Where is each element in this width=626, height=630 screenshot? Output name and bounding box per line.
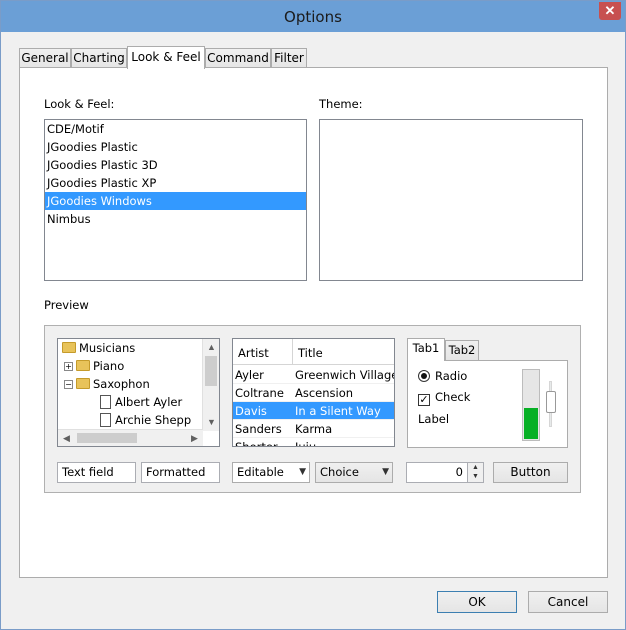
tab-look-and-feel[interactable]: Look & Feel [127, 46, 205, 69]
tab1-panel: Radio ✓ Check Label [407, 360, 568, 448]
scroll-right-icon[interactable]: ▶ [186, 430, 203, 446]
table-row[interactable]: Ayler Greenwich Village [233, 366, 394, 384]
cell-artist: Shorter [235, 440, 278, 447]
list-item[interactable]: Nimbus [45, 210, 306, 228]
cell-title: In a Silent Way [295, 404, 381, 418]
scroll-thumb[interactable] [77, 433, 137, 443]
title-bar: Options ✕ [1, 1, 625, 32]
cell-artist: Sanders [235, 422, 282, 436]
check-label: Check [435, 390, 471, 404]
table-row[interactable]: Coltrane Ascension [233, 384, 394, 402]
scroll-thumb[interactable] [205, 356, 217, 386]
list-item[interactable]: JGoodies Plastic 3D [45, 156, 306, 174]
artist-table[interactable]: Artist Title Ayler Greenwich Village Col… [232, 338, 395, 447]
formatted-field[interactable]: Formatted [141, 462, 220, 483]
progress-fill [524, 408, 538, 439]
tab-filter[interactable]: Filter [271, 48, 307, 68]
tree-node-archie-shepp[interactable]: Archie Shepp [100, 411, 191, 429]
preview-label: Preview [44, 298, 89, 312]
table-row[interactable]: Shorter Juju [233, 438, 394, 447]
radio-icon [418, 370, 430, 382]
tree-node-label: Musicians [79, 341, 136, 355]
table-row-selected[interactable]: Davis In a Silent Way [233, 402, 394, 420]
editable-combo[interactable]: Editable ▼ [232, 462, 310, 483]
checkbox-icon: ✓ [418, 393, 430, 406]
tab-charting[interactable]: Charting [71, 48, 127, 68]
cell-artist: Ayler [235, 368, 264, 382]
radio-button[interactable]: Radio [418, 367, 467, 385]
tree-node-musicians[interactable]: Musicians [62, 339, 135, 357]
window-title: Options [284, 8, 342, 26]
options-dialog: Options ✕ General Charting Look & Feel C… [0, 0, 626, 630]
tree-node-label: Piano [93, 359, 125, 373]
document-icon [100, 413, 111, 427]
close-icon[interactable]: ✕ [599, 2, 621, 20]
table-row[interactable]: Sanders Karma [233, 420, 394, 438]
collapse-icon[interactable]: − [64, 380, 73, 389]
table-header: Artist Title [233, 339, 394, 365]
scroll-up-icon[interactable]: ▲ [203, 339, 219, 356]
radio-label: Radio [435, 369, 468, 383]
column-header-title[interactable]: Title [293, 339, 394, 365]
musicians-tree[interactable]: Musicians + Piano − Saxophon Albert Ayler … [57, 338, 220, 447]
list-item[interactable]: JGoodies Plastic XP [45, 174, 306, 192]
column-header-artist[interactable]: Artist [233, 339, 293, 365]
expand-icon[interactable]: + [64, 362, 73, 371]
text-field[interactable]: Text field [57, 462, 136, 483]
look-feel-list[interactable]: CDE/Motif JGoodies Plastic JGoodies Plas… [44, 119, 307, 281]
tree-node-label: Archie Shepp [115, 413, 192, 427]
slider-thumb[interactable] [546, 391, 556, 413]
cell-title: Karma [295, 422, 333, 436]
cell-artist: Coltrane [235, 386, 284, 400]
tree-node-piano[interactable]: + Piano [64, 357, 124, 375]
cell-title: Juju [295, 440, 317, 447]
combo-value: Editable [237, 465, 284, 479]
tab-general[interactable]: General [19, 48, 71, 68]
look-feel-label: Look & Feel: [44, 97, 115, 111]
tree-node-label: Albert Ayler [115, 395, 183, 409]
scroll-down-icon[interactable]: ▼ [203, 414, 219, 431]
progress-bar [522, 369, 540, 441]
scroll-left-icon[interactable]: ◀ [58, 430, 75, 446]
list-item[interactable]: JGoodies Plastic [45, 138, 306, 156]
check-box[interactable]: ✓ Check [418, 388, 470, 406]
spinner-buttons: ▲ ▼ [467, 463, 483, 482]
tab-command[interactable]: Command [205, 48, 271, 68]
theme-label: Theme: [319, 97, 363, 111]
spinner-value: 0 [455, 465, 463, 479]
preview-area: Musicians + Piano − Saxophon Albert Ayler … [44, 325, 581, 493]
theme-list[interactable] [319, 119, 583, 281]
tree-vertical-scrollbar[interactable]: ▲ ▼ [202, 339, 219, 431]
document-icon [100, 395, 111, 409]
choice-combo[interactable]: Choice ▼ [315, 462, 393, 483]
ok-button[interactable]: OK [437, 591, 517, 613]
folder-icon [76, 378, 90, 389]
preview-tabbed-pane: Tab1 Tab2 Radio ✓ Check Label [407, 338, 569, 450]
combo-value: Choice [320, 465, 359, 479]
chevron-down-icon[interactable]: ▼ [299, 463, 306, 482]
spin-up-icon[interactable]: ▲ [468, 463, 483, 472]
spin-down-icon[interactable]: ▼ [468, 472, 483, 481]
tab-tab2[interactable]: Tab2 [445, 340, 479, 360]
cell-artist: Davis [235, 404, 267, 418]
tab-tab1[interactable]: Tab1 [407, 338, 445, 361]
tree-node-saxophon[interactable]: − Saxophon [64, 375, 150, 393]
preview-button[interactable]: Button [493, 462, 568, 483]
tree-node-albert-ayler[interactable]: Albert Ayler [100, 393, 182, 411]
tree-horizontal-scrollbar[interactable]: ◀ ▶ [58, 429, 203, 446]
look-and-feel-panel: Look & Feel: CDE/Motif JGoodies Plastic … [19, 67, 608, 578]
cell-title: Ascension [295, 386, 354, 400]
list-item[interactable]: CDE/Motif [45, 120, 306, 138]
folder-icon [62, 342, 76, 353]
folder-icon [76, 360, 90, 371]
cell-title: Greenwich Village [295, 368, 395, 382]
static-label: Label [418, 412, 450, 426]
list-item-selected[interactable]: JGoodies Windows [45, 192, 306, 210]
chevron-down-icon[interactable]: ▼ [382, 463, 389, 482]
tree-node-label: Saxophon [93, 377, 150, 391]
cancel-button[interactable]: Cancel [528, 591, 608, 613]
number-spinner[interactable]: 0 ▲ ▼ [406, 462, 484, 483]
